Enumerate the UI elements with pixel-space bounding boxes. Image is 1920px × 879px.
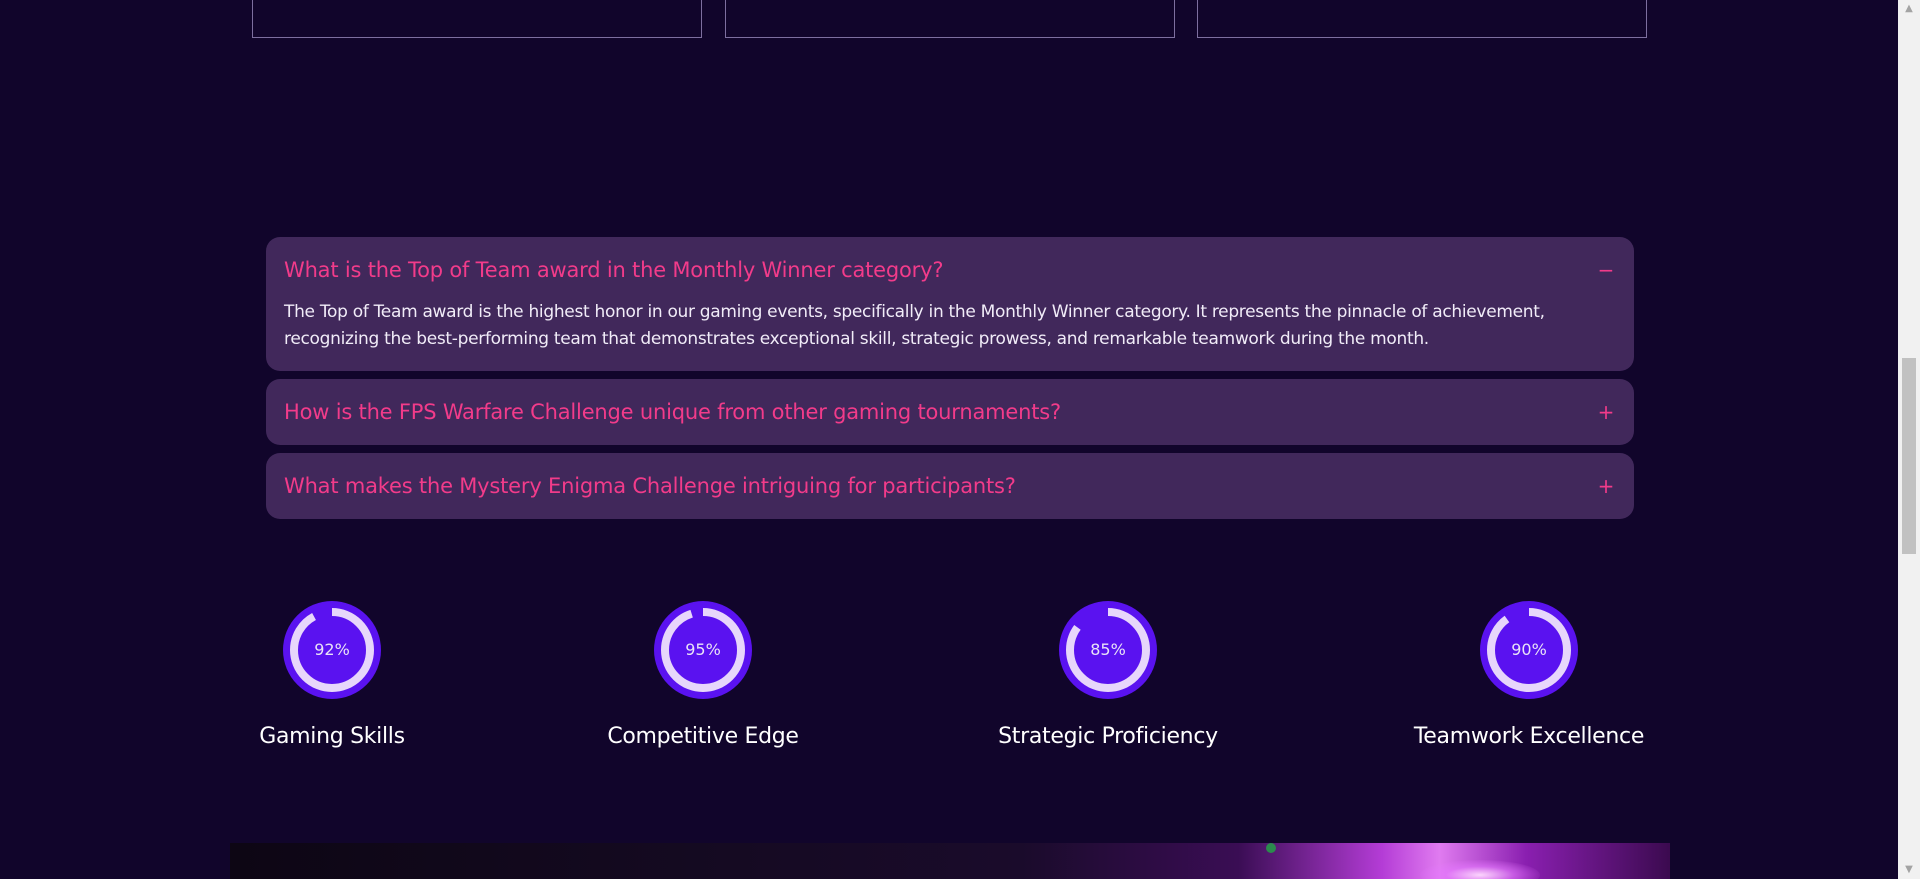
scroll-down-arrow-icon[interactable]: ▼ <box>1898 861 1920 879</box>
ring-value: 85% <box>1090 640 1126 659</box>
faq-question[interactable]: What is the Top of Team award in the Mon… <box>284 258 943 282</box>
faq-item: What makes the Mystery Enigma Challenge … <box>266 453 1634 519</box>
expand-icon[interactable]: + <box>1596 400 1616 424</box>
feature-card <box>725 0 1175 38</box>
skill-competitive: 95% Competitive Edge <box>573 600 833 749</box>
expand-icon[interactable]: + <box>1596 474 1616 498</box>
scrollbar[interactable]: ▲ ▼ <box>1898 0 1920 879</box>
feature-card <box>1197 0 1647 38</box>
faq-answer: The Top of Team award is the highest hon… <box>284 302 1545 349</box>
faq-question-header[interactable]: What is the Top of Team award in the Mon… <box>284 237 1616 303</box>
skill-label: Strategic Proficiency <box>998 724 1218 749</box>
faq-item: What is the Top of Team award in the Mon… <box>266 237 1634 371</box>
ring-value: 92% <box>314 640 350 659</box>
skill-label: Competitive Edge <box>607 724 799 749</box>
skill-gaming: 92% Gaming Skills <box>202 600 462 749</box>
faq-item: How is the FPS Warfare Challenge unique … <box>266 379 1634 445</box>
skill-teamwork: 90% Teamwork Excellence <box>1399 600 1659 749</box>
faq-question-header[interactable]: What makes the Mystery Enigma Challenge … <box>284 453 1616 519</box>
faq-question-header[interactable]: How is the FPS Warfare Challenge unique … <box>284 379 1616 445</box>
collapse-icon[interactable]: − <box>1596 258 1616 282</box>
scroll-up-arrow-icon[interactable]: ▲ <box>1898 0 1920 18</box>
banner-decoration <box>1266 843 1276 853</box>
ring-value: 95% <box>685 640 721 659</box>
scroll-thumb[interactable] <box>1902 358 1916 554</box>
skill-label: Teamwork Excellence <box>1413 724 1645 749</box>
progress-ring: 92% <box>282 600 382 700</box>
faq-question[interactable]: How is the FPS Warfare Challenge unique … <box>284 400 1061 424</box>
skill-label: Gaming Skills <box>259 724 405 749</box>
feature-card <box>252 0 702 38</box>
skill-strategic: 85% Strategic Proficiency <box>978 600 1238 749</box>
page: What is the Top of Team award in the Mon… <box>0 0 1920 879</box>
ring-value: 90% <box>1511 640 1547 659</box>
faq-question[interactable]: What makes the Mystery Enigma Challenge … <box>284 474 1016 498</box>
progress-ring: 95% <box>653 600 753 700</box>
faq-accordion: What is the Top of Team award in the Mon… <box>266 237 1634 527</box>
progress-ring: 85% <box>1058 600 1158 700</box>
progress-ring: 90% <box>1479 600 1579 700</box>
